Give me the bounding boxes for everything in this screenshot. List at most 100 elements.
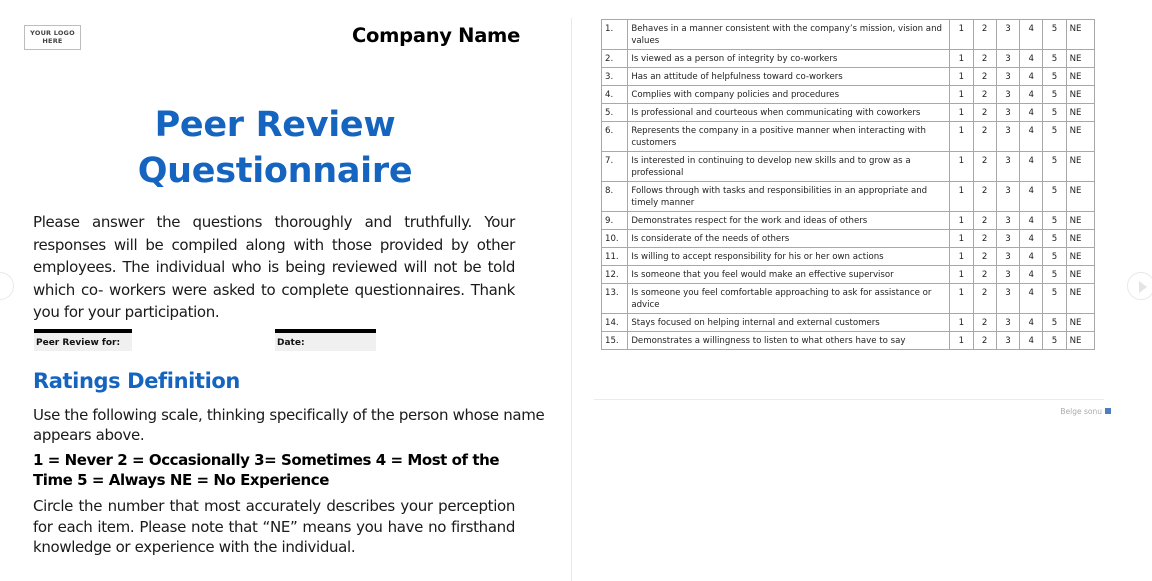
score-option-4[interactable]: 4 xyxy=(1019,247,1044,266)
score-option-3[interactable]: 3 xyxy=(995,103,1021,122)
score-option-2[interactable]: 2 xyxy=(972,283,997,314)
score-option-2[interactable]: 2 xyxy=(972,121,997,152)
score-option-1[interactable]: 1 xyxy=(949,313,974,332)
item-number: 8. xyxy=(600,181,629,212)
score-option-5[interactable]: 5 xyxy=(1042,229,1067,248)
score-option-4[interactable]: 4 xyxy=(1019,181,1044,212)
score-option-2[interactable]: 2 xyxy=(972,85,997,104)
score-option-5[interactable]: 5 xyxy=(1042,121,1067,152)
score-option-3[interactable]: 3 xyxy=(995,151,1021,182)
score-option-3[interactable]: 3 xyxy=(995,121,1021,152)
score-option-3[interactable]: 3 xyxy=(995,49,1021,68)
item-number: 7. xyxy=(600,151,629,182)
score-option-4[interactable]: 4 xyxy=(1019,19,1044,50)
score-option-4[interactable]: 4 xyxy=(1019,67,1044,86)
score-option-5[interactable]: 5 xyxy=(1042,247,1067,266)
score-option-4[interactable]: 4 xyxy=(1019,103,1044,122)
score-option-4[interactable]: 4 xyxy=(1019,283,1044,314)
score-option-ne[interactable]: NE xyxy=(1065,331,1096,350)
item-text: Complies with company policies and proce… xyxy=(627,85,951,104)
score-option-5[interactable]: 5 xyxy=(1042,67,1067,86)
score-option-2[interactable]: 2 xyxy=(972,229,997,248)
score-option-5[interactable]: 5 xyxy=(1042,211,1067,230)
score-option-1[interactable]: 1 xyxy=(949,151,974,182)
score-option-ne[interactable]: NE xyxy=(1065,265,1096,284)
score-option-5[interactable]: 5 xyxy=(1042,103,1067,122)
score-option-1[interactable]: 1 xyxy=(949,283,974,314)
score-option-3[interactable]: 3 xyxy=(995,85,1021,104)
score-option-1[interactable]: 1 xyxy=(949,247,974,266)
score-option-ne[interactable]: NE xyxy=(1065,229,1096,248)
score-option-1[interactable]: 1 xyxy=(949,181,974,212)
score-option-3[interactable]: 3 xyxy=(995,19,1021,50)
score-option-4[interactable]: 4 xyxy=(1019,85,1044,104)
score-option-3[interactable]: 3 xyxy=(995,283,1021,314)
score-option-5[interactable]: 5 xyxy=(1042,85,1067,104)
score-option-1[interactable]: 1 xyxy=(949,19,974,50)
score-option-2[interactable]: 2 xyxy=(972,67,997,86)
company-name: Company Name xyxy=(352,24,520,47)
score-option-5[interactable]: 5 xyxy=(1042,19,1067,50)
score-option-4[interactable]: 4 xyxy=(1019,331,1044,350)
score-option-2[interactable]: 2 xyxy=(972,151,997,182)
score-option-ne[interactable]: NE xyxy=(1065,283,1096,314)
score-option-ne[interactable]: NE xyxy=(1065,103,1096,122)
score-option-1[interactable]: 1 xyxy=(949,331,974,350)
score-option-ne[interactable]: NE xyxy=(1065,211,1096,230)
ratings-instruction: Use the following scale, thinking specif… xyxy=(33,406,545,444)
next-page-button[interactable] xyxy=(1127,272,1152,300)
score-option-3[interactable]: 3 xyxy=(995,313,1021,332)
score-option-5[interactable]: 5 xyxy=(1042,313,1067,332)
score-option-1[interactable]: 1 xyxy=(949,265,974,284)
score-option-2[interactable]: 2 xyxy=(972,265,997,284)
score-option-ne[interactable]: NE xyxy=(1065,67,1096,86)
score-option-3[interactable]: 3 xyxy=(995,265,1021,284)
score-option-ne[interactable]: NE xyxy=(1065,49,1096,68)
page-title: Peer Review Questionnaire xyxy=(60,102,490,194)
score-option-4[interactable]: 4 xyxy=(1019,211,1044,230)
score-option-2[interactable]: 2 xyxy=(972,49,997,68)
score-option-4[interactable]: 4 xyxy=(1019,265,1044,284)
score-option-5[interactable]: 5 xyxy=(1042,283,1067,314)
score-option-4[interactable]: 4 xyxy=(1019,313,1044,332)
score-option-4[interactable]: 4 xyxy=(1019,49,1044,68)
score-option-ne[interactable]: NE xyxy=(1065,181,1096,212)
score-option-3[interactable]: 3 xyxy=(995,247,1021,266)
score-option-3[interactable]: 3 xyxy=(995,229,1021,248)
score-option-1[interactable]: 1 xyxy=(949,211,974,230)
score-option-3[interactable]: 3 xyxy=(995,181,1021,212)
score-option-1[interactable]: 1 xyxy=(949,49,974,68)
peer-review-for-field[interactable]: Peer Review for: xyxy=(34,329,132,351)
score-option-2[interactable]: 2 xyxy=(972,19,997,50)
score-option-1[interactable]: 1 xyxy=(949,103,974,122)
score-option-3[interactable]: 3 xyxy=(995,67,1021,86)
score-option-2[interactable]: 2 xyxy=(972,331,997,350)
score-option-ne[interactable]: NE xyxy=(1065,85,1096,104)
score-option-ne[interactable]: NE xyxy=(1065,121,1096,152)
score-option-ne[interactable]: NE xyxy=(1065,247,1096,266)
score-option-3[interactable]: 3 xyxy=(995,211,1021,230)
score-option-2[interactable]: 2 xyxy=(972,247,997,266)
score-option-1[interactable]: 1 xyxy=(949,229,974,248)
score-option-ne[interactable]: NE xyxy=(1065,19,1096,50)
score-option-1[interactable]: 1 xyxy=(949,85,974,104)
date-field[interactable]: Date: xyxy=(275,329,376,351)
score-option-5[interactable]: 5 xyxy=(1042,265,1067,284)
score-option-4[interactable]: 4 xyxy=(1019,229,1044,248)
score-option-5[interactable]: 5 xyxy=(1042,49,1067,68)
score-option-2[interactable]: 2 xyxy=(972,181,997,212)
score-option-5[interactable]: 5 xyxy=(1042,151,1067,182)
score-option-2[interactable]: 2 xyxy=(972,103,997,122)
score-option-2[interactable]: 2 xyxy=(972,211,997,230)
score-option-3[interactable]: 3 xyxy=(995,331,1021,350)
score-option-ne[interactable]: NE xyxy=(1065,151,1096,182)
score-option-5[interactable]: 5 xyxy=(1042,181,1067,212)
score-option-4[interactable]: 4 xyxy=(1019,151,1044,182)
table-row: 2. Is viewed as a person of integrity by … xyxy=(600,49,1096,68)
score-option-1[interactable]: 1 xyxy=(949,67,974,86)
score-option-1[interactable]: 1 xyxy=(949,121,974,152)
score-option-ne[interactable]: NE xyxy=(1065,313,1096,332)
score-option-4[interactable]: 4 xyxy=(1019,121,1044,152)
score-option-2[interactable]: 2 xyxy=(972,313,997,332)
score-option-5[interactable]: 5 xyxy=(1042,331,1067,350)
